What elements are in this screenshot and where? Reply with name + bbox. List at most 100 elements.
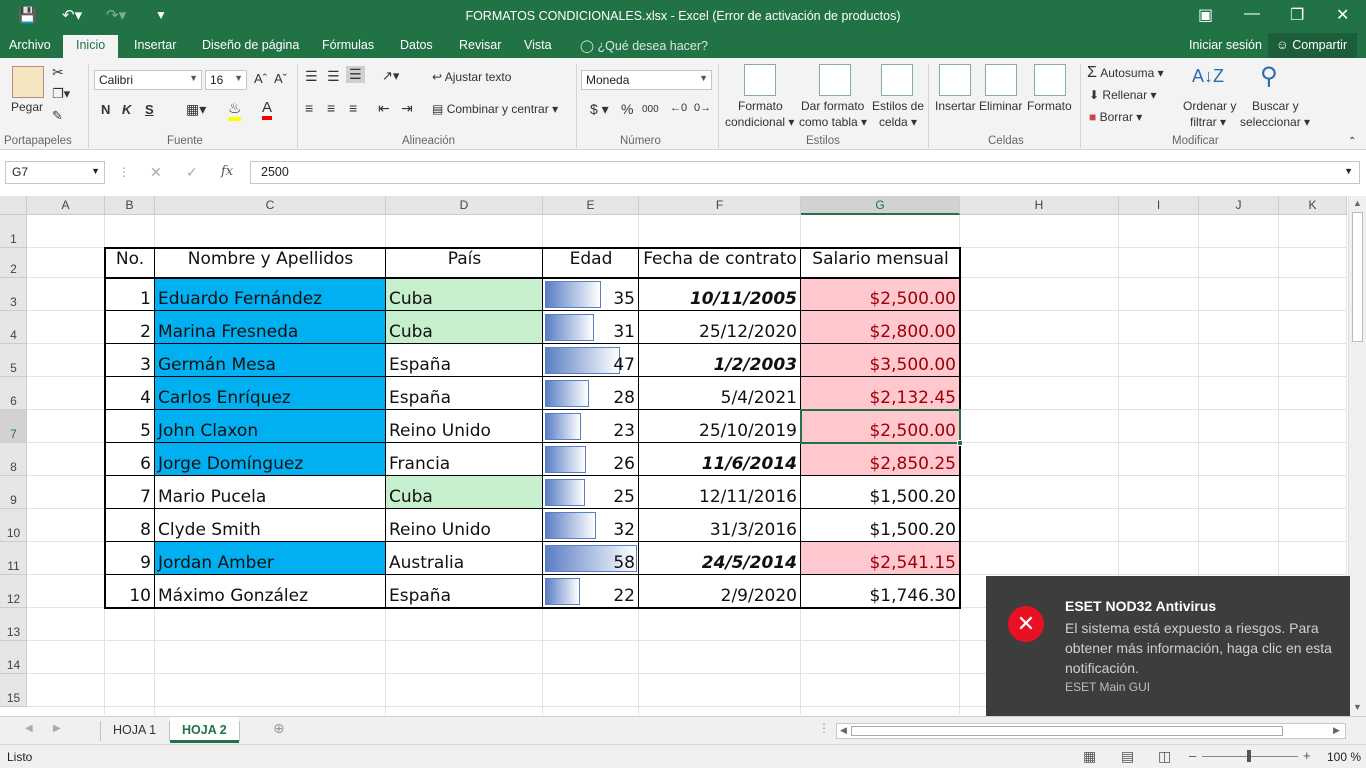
table-cell-date[interactable]: 25/12/2020	[639, 311, 801, 344]
name-box-arrow-icon[interactable]: ▼	[91, 166, 100, 176]
cut-icon[interactable]: ✂	[52, 64, 64, 81]
vertical-scroll-thumb[interactable]	[1352, 212, 1363, 342]
find-select-label-1[interactable]: Buscar y	[1252, 99, 1299, 113]
orientation-icon[interactable]: ↗▾	[382, 68, 399, 84]
align-right-icon[interactable]: ≡	[349, 100, 357, 116]
table-header-cell[interactable]: Nombre y Apellidos	[155, 248, 386, 278]
column-header-h[interactable]: H	[960, 196, 1119, 215]
table-cell-country[interactable]: Cuba	[386, 278, 543, 311]
table-cell-salary[interactable]: $2,800.00	[801, 311, 960, 344]
tab-formulas[interactable]: Fórmulas	[322, 38, 374, 52]
cell-styles-label-2[interactable]: celda ▾	[879, 115, 917, 129]
find-select-label-2[interactable]: seleccionar ▾	[1240, 115, 1310, 129]
copy-icon[interactable]: ❐▾	[52, 86, 70, 102]
vertical-scrollbar[interactable]: ▲ ▼	[1348, 196, 1366, 716]
tell-me[interactable]: ◯ ¿Qué desea hacer?	[580, 38, 708, 53]
table-cell-no[interactable]: 4	[105, 377, 155, 410]
table-cell-date[interactable]: 2/9/2020	[639, 575, 801, 608]
currency-button[interactable]: $ ▾	[590, 101, 609, 118]
table-cell-name[interactable]: Marina Fresneda	[155, 311, 386, 344]
cell-styles-icon[interactable]	[881, 64, 913, 96]
insert-cells-button[interactable]: Insertar	[935, 99, 976, 113]
table-cell-name[interactable]: Máximo González	[155, 575, 386, 608]
sort-filter-label-1[interactable]: Ordenar y	[1183, 99, 1236, 113]
tab-split-icon[interactable]: ⋮	[818, 721, 830, 735]
row-header-4[interactable]: 4	[0, 311, 27, 344]
zoom-slider-thumb[interactable]	[1247, 750, 1251, 762]
row-header-2[interactable]: 2	[0, 248, 27, 278]
format-as-table-label-1[interactable]: Dar formato	[801, 99, 864, 113]
table-cell-country[interactable]: Australia	[386, 542, 543, 575]
number-format-select[interactable]: Moneda ▼	[581, 70, 712, 90]
table-cell-salary[interactable]: $1,500.20	[801, 509, 960, 542]
row-header-5[interactable]: 5	[0, 344, 27, 377]
table-cell-date[interactable]: 11/6/2014	[639, 443, 801, 476]
column-header-j[interactable]: J	[1199, 196, 1279, 215]
format-as-table-icon[interactable]	[819, 64, 851, 96]
table-cell-age[interactable]: 22	[543, 575, 639, 608]
next-sheet-icon[interactable]: ▶	[53, 723, 61, 734]
conditional-format-label-1[interactable]: Formato	[738, 99, 783, 113]
align-top-icon[interactable]: ☰	[305, 68, 318, 85]
row-header-14[interactable]: 14	[0, 641, 27, 674]
percent-button[interactable]: %	[621, 101, 633, 117]
scroll-right-icon[interactable]: ▶	[1333, 725, 1340, 736]
table-cell-age[interactable]: 28	[543, 377, 639, 410]
table-cell-name[interactable]: Germán Mesa	[155, 344, 386, 377]
table-cell-age[interactable]: 35	[543, 278, 639, 311]
table-cell-date[interactable]: 12/11/2016	[639, 476, 801, 509]
scroll-down-icon[interactable]: ▼	[1353, 702, 1362, 712]
format-cells-icon[interactable]	[1034, 64, 1066, 96]
zoom-out-icon[interactable]: –	[1189, 748, 1196, 763]
column-header-f[interactable]: F	[639, 196, 801, 215]
new-sheet-icon[interactable]: ⊕	[273, 720, 285, 737]
table-cell-no[interactable]: 3	[105, 344, 155, 377]
autosum-button[interactable]: Σ Autosuma ▾	[1087, 64, 1164, 82]
delete-cells-button[interactable]: Eliminar	[979, 99, 1022, 113]
table-cell-age[interactable]: 58	[543, 542, 639, 575]
expand-formula-icon[interactable]: ▼	[1344, 166, 1353, 176]
table-cell-no[interactable]: 10	[105, 575, 155, 608]
font-color-icon[interactable]: A	[262, 99, 273, 120]
table-header-cell[interactable]: Edad	[543, 248, 639, 278]
page-layout-icon[interactable]: ▤	[1121, 748, 1134, 765]
table-cell-salary[interactable]: $2,500.00	[801, 278, 960, 311]
table-cell-no[interactable]: 2	[105, 311, 155, 344]
thousands-button[interactable]: 000	[642, 104, 659, 115]
table-cell-age[interactable]: 26	[543, 443, 639, 476]
table-cell-age[interactable]: 32	[543, 509, 639, 542]
table-cell-country[interactable]: Reino Unido	[386, 410, 543, 443]
clear-button[interactable]: ■ Borrar ▾	[1089, 110, 1142, 124]
row-header-7[interactable]: 7	[0, 410, 27, 443]
table-cell-no[interactable]: 1	[105, 278, 155, 311]
zoom-in-icon[interactable]: +	[1303, 748, 1311, 763]
align-center-icon[interactable]: ≡	[327, 100, 335, 116]
underline-button[interactable]: S	[145, 102, 154, 117]
table-cell-name[interactable]: Mario Pucela	[155, 476, 386, 509]
restore-icon[interactable]: ❐	[1290, 5, 1304, 25]
merge-center-button[interactable]: ▤ Combinar y centrar ▾	[432, 102, 558, 116]
increase-decimal-icon[interactable]: ←0	[670, 102, 687, 114]
minimize-icon[interactable]: —	[1244, 5, 1260, 23]
row-header-10[interactable]: 10	[0, 509, 27, 542]
table-cell-country[interactable]: España	[386, 344, 543, 377]
table-cell-age[interactable]: 25	[543, 476, 639, 509]
align-bottom-icon[interactable]: ☰	[346, 66, 365, 83]
delete-cells-icon[interactable]	[985, 64, 1017, 96]
format-cells-button[interactable]: Formato	[1027, 99, 1072, 113]
font-size-select[interactable]: 16 ▼	[205, 70, 247, 90]
table-cell-name[interactable]: Jordan Amber	[155, 542, 386, 575]
table-cell-salary[interactable]: $3,500.00	[801, 344, 960, 377]
fill-handle[interactable]	[957, 440, 963, 446]
table-cell-date[interactable]: 5/4/2021	[639, 377, 801, 410]
table-cell-salary[interactable]: $2,850.25	[801, 443, 960, 476]
sort-filter-icon[interactable]: A↓Z	[1192, 66, 1224, 87]
italic-button[interactable]: K	[122, 102, 131, 117]
conditional-format-icon[interactable]	[744, 64, 776, 96]
sheet-tab-hoja-1[interactable]: HOJA 1	[101, 717, 168, 743]
table-cell-no[interactable]: 5	[105, 410, 155, 443]
table-cell-date[interactable]: 25/10/2019	[639, 410, 801, 443]
column-header-k[interactable]: K	[1279, 196, 1347, 215]
table-cell-age[interactable]: 23	[543, 410, 639, 443]
table-header-cell[interactable]: No.	[105, 248, 155, 278]
